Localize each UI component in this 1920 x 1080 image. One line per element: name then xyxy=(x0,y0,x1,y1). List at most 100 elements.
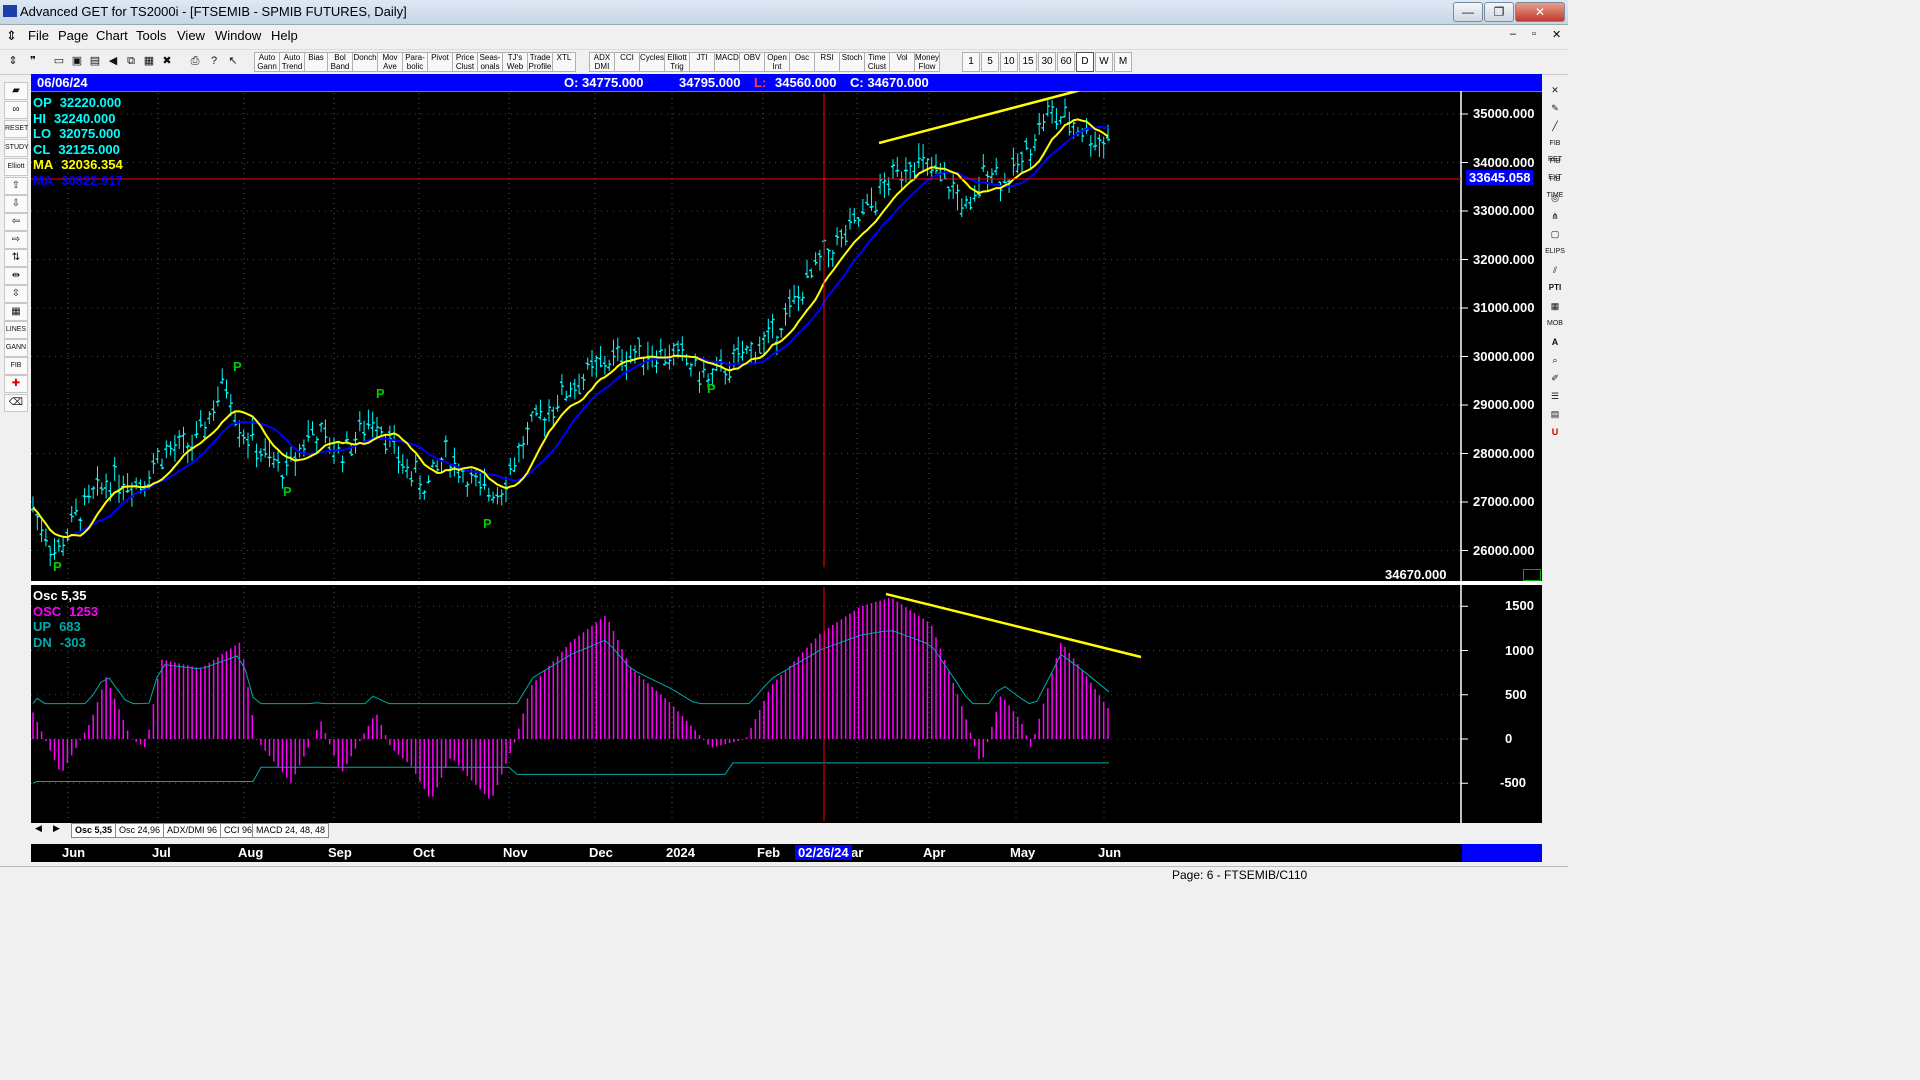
scroll-lock-icon[interactable] xyxy=(1523,569,1541,581)
study-button-cycles[interactable]: Cycles xyxy=(639,52,665,72)
chart-pane[interactable]: P P P P P P OP 32220.000 HI 32240.000 LO 32075.000… xyxy=(31,91,1542,823)
save-icon[interactable]: ▤ xyxy=(86,52,104,70)
interval-button-w[interactable]: W xyxy=(1095,52,1113,72)
study-button-trade-profile[interactable]: Trade Profile xyxy=(527,52,553,72)
interval-button-1[interactable]: 1 xyxy=(962,52,980,72)
study-button-bol-band[interactable]: Bol Band xyxy=(327,52,353,72)
tab-scroll-left-icon[interactable]: ◀ xyxy=(35,823,42,834)
study-button-jti[interactable]: JTI xyxy=(689,52,715,72)
menu-file[interactable]: File xyxy=(28,28,49,43)
study-icon[interactable]: STUDY xyxy=(4,139,29,157)
study-button-seas-onals[interactable]: Seas-onals xyxy=(477,52,503,72)
mdi-close-icon[interactable]: ✕ xyxy=(1552,28,1561,41)
pti-icon[interactable]: PTI xyxy=(1545,280,1565,296)
magnifier-icon[interactable]: ⌕ xyxy=(1545,352,1565,368)
compress-vertical-icon[interactable]: ⇅ xyxy=(4,249,28,267)
study-button-tj-s-web[interactable]: TJ's Web xyxy=(502,52,528,72)
info-icon[interactable]: ? xyxy=(205,52,223,70)
study-button-stoch[interactable]: Stoch xyxy=(839,52,865,72)
interval-button-15[interactable]: 15 xyxy=(1019,52,1037,72)
menu-tools[interactable]: Tools xyxy=(136,28,166,43)
elliott-icon[interactable]: Elliott xyxy=(4,158,28,176)
study-button-bias[interactable]: Bias xyxy=(304,52,328,72)
interval-button-10[interactable]: 10 xyxy=(1000,52,1018,72)
magnet-icon[interactable]: U xyxy=(1545,424,1565,440)
paint-icon[interactable]: ✐ xyxy=(1545,370,1565,386)
table-icon[interactable]: ▦ xyxy=(4,303,28,321)
reset-icon[interactable]: RESET xyxy=(4,120,28,138)
maximize-icon[interactable]: ❐ xyxy=(1484,2,1514,22)
eraser-icon[interactable]: ⌫ xyxy=(4,394,28,412)
menu-chart[interactable]: Chart xyxy=(96,28,128,43)
delete-icon[interactable]: ✖ xyxy=(158,52,176,70)
text-tool-icon[interactable]: A xyxy=(1545,334,1565,350)
crosshair-icon[interactable]: ✚ xyxy=(4,375,28,393)
fib-ret-icon[interactable]: FIB RET xyxy=(1545,136,1565,163)
study-button-adx-dmi[interactable]: ADX DMI xyxy=(589,52,615,72)
report-icon[interactable]: ▤ xyxy=(1545,406,1565,422)
price-chart[interactable]: P P P P P P xyxy=(31,91,1542,823)
study-button-osc[interactable]: Osc xyxy=(789,52,815,72)
study-button-time-clust[interactable]: Time Clust xyxy=(864,52,890,72)
arrow-left-icon[interactable]: ⇦ xyxy=(4,213,28,231)
mob-icon[interactable]: MOB xyxy=(1545,316,1565,332)
study-button-money-flow[interactable]: Money Flow xyxy=(914,52,940,72)
open-page-icon[interactable]: ▣ xyxy=(68,52,86,70)
grid-icon[interactable]: ▦ xyxy=(140,52,158,70)
arrow-right-icon[interactable]: ⇨ xyxy=(4,231,28,249)
study-button-elliott-trig[interactable]: Elliott Trig xyxy=(664,52,690,72)
interval-button-5[interactable]: 5 xyxy=(981,52,999,72)
tab-adx-dmi-96[interactable]: ADX/DMI 96 xyxy=(163,823,222,838)
ellipse-icon[interactable]: ELIPS xyxy=(1545,244,1565,260)
tab-cci-96[interactable]: CCI 96 xyxy=(220,823,257,838)
open-folder-icon[interactable]: ▰ xyxy=(4,82,28,100)
study-button-open-int[interactable]: Open Int xyxy=(764,52,790,72)
close-tool-icon[interactable]: ✕ xyxy=(1545,82,1565,98)
menu-help[interactable]: Help xyxy=(271,28,298,43)
minimize-icon[interactable]: — xyxy=(1453,2,1483,22)
study-button-vol[interactable]: Vol xyxy=(889,52,915,72)
pointer-icon[interactable]: ⇕ xyxy=(4,52,22,70)
study-button-macd[interactable]: MACD xyxy=(714,52,740,72)
study-button-cci[interactable]: CCI xyxy=(614,52,640,72)
arrow-up-icon[interactable]: ⇧ xyxy=(4,177,28,195)
study-button-price-clust[interactable]: Price Clust xyxy=(452,52,478,72)
study-button-rsi[interactable]: RSI xyxy=(814,52,840,72)
menu-window[interactable]: Window xyxy=(215,28,261,43)
menu-view[interactable]: View xyxy=(177,28,205,43)
tab-macd-24-48-48[interactable]: MACD 24, 48, 48 xyxy=(252,823,330,838)
pencil-icon[interactable]: ✎ xyxy=(1545,100,1565,116)
context-help-icon[interactable]: ↖ xyxy=(224,52,242,70)
study-button-donch[interactable]: Donch xyxy=(352,52,378,72)
line-icon[interactable]: ╱ xyxy=(1545,118,1565,134)
time-axis-scrollbar[interactable] xyxy=(1462,844,1542,862)
mdi-restore-icon[interactable]: ▫ xyxy=(1532,28,1536,40)
close-icon[interactable]: ✕ xyxy=(1515,2,1565,22)
fib-icon[interactable]: FIB xyxy=(4,357,28,375)
list-icon[interactable]: ☰ xyxy=(1545,388,1565,404)
study-button-xtl[interactable]: XTL xyxy=(552,52,576,72)
zoom-binoculars-icon[interactable]: ∞ xyxy=(4,101,28,119)
lines-icon[interactable]: LINES xyxy=(4,321,28,339)
study-button-pivot[interactable]: Pivot xyxy=(427,52,453,72)
interval-button-d[interactable]: D xyxy=(1076,52,1094,72)
interval-button-30[interactable]: 30 xyxy=(1038,52,1056,72)
study-button-auto-gann[interactable]: Auto Gann xyxy=(254,52,280,72)
channel-icon[interactable]: ⫽ xyxy=(1545,262,1565,278)
document-icon[interactable]: ⇕ xyxy=(6,28,17,44)
spiral-icon[interactable]: ◎ xyxy=(1545,190,1565,206)
study-button-obv[interactable]: OBV xyxy=(739,52,765,72)
study-button-mov-ave[interactable]: Mov Ave xyxy=(377,52,403,72)
tab-scroll-right-icon[interactable]: ▶ xyxy=(53,823,60,834)
print-icon[interactable]: ⎙ xyxy=(186,52,204,70)
box-icon[interactable]: ▢ xyxy=(1545,226,1565,242)
help-quote-icon[interactable]: ❞ xyxy=(24,52,42,70)
fib-ext-icon[interactable]: FIB EXT xyxy=(1545,154,1565,181)
expand-icon[interactable]: ⇳ xyxy=(4,285,28,303)
new-page-icon[interactable]: ▭ xyxy=(50,52,68,70)
fib-time-icon[interactable]: FIB TIME xyxy=(1545,172,1565,199)
tab-osc-5-35[interactable]: Osc 5,35 xyxy=(71,823,117,838)
study-button-auto-trend[interactable]: Auto Trend xyxy=(279,52,305,72)
gann-icon[interactable]: GANN xyxy=(4,339,28,357)
back-icon[interactable]: ◀ xyxy=(104,52,122,70)
